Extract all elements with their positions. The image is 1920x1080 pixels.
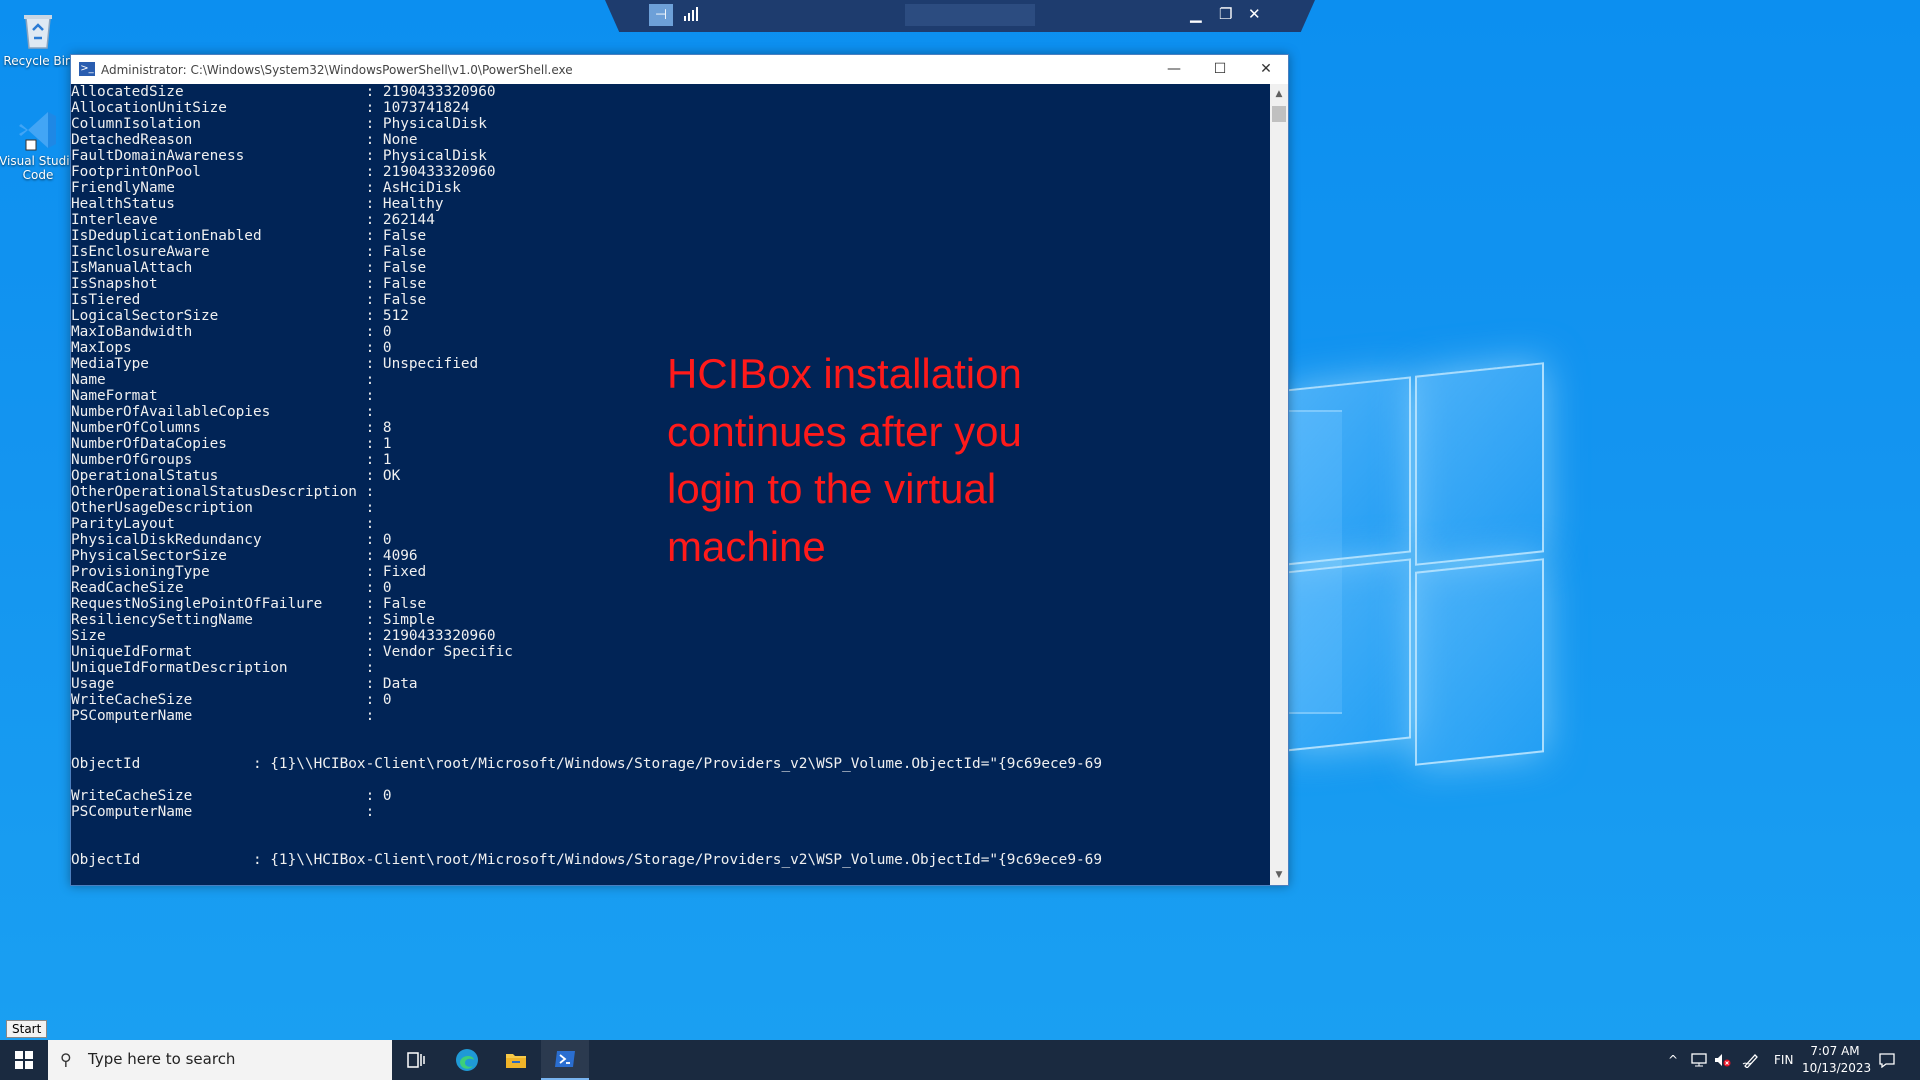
window-title: Administrator: C:\Windows\System32\Windo… bbox=[101, 63, 573, 77]
start-button[interactable] bbox=[0, 1040, 48, 1080]
start-tooltip: Start bbox=[6, 1020, 48, 1038]
desktop-icon-vscode[interactable]: Visual Studio Code bbox=[0, 108, 78, 182]
scroll-down-icon[interactable]: ▼ bbox=[1270, 867, 1288, 883]
rd-restore-icon[interactable]: ❐ bbox=[1219, 5, 1232, 23]
vscode-icon bbox=[16, 108, 60, 152]
search-placeholder: Type here to search bbox=[88, 1050, 236, 1068]
taskbar: ⚲ Type here to search ^ FIN 7:07 AM 10/1… bbox=[0, 1040, 1920, 1080]
installation-notice: HCIBox installation continues after you … bbox=[667, 350, 1022, 570]
clock-time: 7:07 AM bbox=[1810, 1044, 1860, 1058]
taskbar-edge[interactable] bbox=[443, 1040, 491, 1080]
pen-workspace-icon[interactable] bbox=[1742, 1040, 1760, 1080]
remote-connection-bar: ⊣ ▁ ❐ ✕ bbox=[605, 0, 1315, 32]
signal-bars-icon[interactable] bbox=[683, 6, 699, 26]
show-hidden-icons[interactable]: ^ bbox=[1668, 1040, 1678, 1080]
window-titlebar[interactable]: >_ Administrator: C:\Windows\System32\Wi… bbox=[71, 55, 1288, 84]
desktop-icon-recycle-bin[interactable]: Recycle Bin bbox=[0, 8, 78, 68]
rd-close-icon[interactable]: ✕ bbox=[1248, 5, 1261, 23]
edge-browser-icon bbox=[456, 1049, 478, 1071]
task-view-icon bbox=[407, 1052, 425, 1068]
powershell-icon: >_ bbox=[79, 62, 95, 76]
network-icon[interactable] bbox=[1690, 1040, 1708, 1080]
search-icon: ⚲ bbox=[60, 1050, 72, 1069]
recycle-bin-icon bbox=[16, 8, 60, 52]
connection-title bbox=[905, 4, 1035, 26]
close-button[interactable]: ✕ bbox=[1243, 58, 1289, 80]
scroll-up-icon[interactable]: ▲ bbox=[1270, 86, 1288, 102]
taskbar-powershell[interactable] bbox=[541, 1040, 589, 1080]
task-view-button[interactable] bbox=[392, 1040, 440, 1080]
console-scrollbar[interactable]: ▲ ▼ bbox=[1270, 84, 1288, 885]
taskbar-file-explorer[interactable] bbox=[492, 1040, 540, 1080]
chevron-up-icon: ^ bbox=[1668, 1053, 1679, 1067]
windows-start-icon bbox=[15, 1051, 33, 1069]
action-center-button[interactable] bbox=[1878, 1040, 1896, 1080]
notification-icon bbox=[1879, 1053, 1895, 1068]
powershell-taskbar-icon bbox=[555, 1051, 575, 1067]
taskbar-clock[interactable]: 7:07 AM 10/13/2023 bbox=[1802, 1043, 1872, 1077]
maximize-button[interactable]: ☐ bbox=[1197, 58, 1243, 80]
scroll-thumb[interactable] bbox=[1272, 106, 1286, 122]
folder-icon bbox=[506, 1054, 526, 1068]
minimize-button[interactable]: — bbox=[1151, 58, 1197, 80]
taskbar-search-box[interactable]: ⚲ Type here to search bbox=[48, 1040, 392, 1080]
clock-date: 10/13/2023 bbox=[1802, 1061, 1872, 1075]
rd-minimize-icon[interactable]: ▁ bbox=[1190, 5, 1202, 23]
wallpaper-windows-logo bbox=[1285, 362, 1544, 766]
desktop-icon-label: Visual Studio Code bbox=[0, 154, 77, 182]
desktop-icon-label: Recycle Bin bbox=[3, 54, 73, 68]
input-language[interactable]: FIN bbox=[1774, 1040, 1793, 1080]
volume-muted-icon[interactable] bbox=[1713, 1040, 1731, 1080]
pin-icon[interactable]: ⊣ bbox=[649, 4, 673, 26]
